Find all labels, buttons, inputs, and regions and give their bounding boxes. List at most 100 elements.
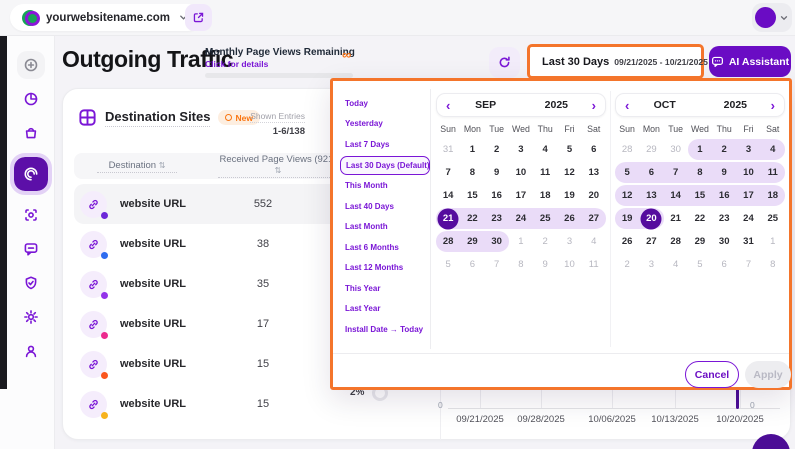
day-cell[interactable]: 10: [557, 253, 581, 276]
day-cell[interactable]: 12: [557, 161, 581, 184]
day-cell[interactable]: 15: [460, 184, 484, 207]
date-range-selector[interactable]: Last 30 Days 09/21/2025 - 10/21/2025: [527, 44, 704, 79]
month-label[interactable]: OCT: [629, 99, 700, 111]
chevron-right-icon[interactable]: ›: [771, 99, 775, 112]
day-cell[interactable]: 9: [533, 253, 557, 276]
day-cell[interactable]: 30: [485, 230, 509, 253]
preset-install-date-today[interactable]: Install Date → Today: [340, 319, 430, 340]
day-cell[interactable]: 25: [533, 207, 557, 230]
day-cell[interactable]: 28: [615, 138, 639, 161]
day-cell[interactable]: 2: [712, 138, 736, 161]
day-cell[interactable]: 1: [761, 230, 785, 253]
day-cell[interactable]: 6: [639, 161, 663, 184]
day-cell[interactable]: 29: [460, 230, 484, 253]
day-cell[interactable]: 25: [761, 207, 785, 230]
day-cell[interactable]: 2: [485, 138, 509, 161]
refresh-button[interactable]: [489, 47, 520, 78]
preset-last-7-days[interactable]: Last 7 Days: [340, 134, 430, 155]
preset-last-40-days[interactable]: Last 40 Days: [340, 196, 430, 217]
preset-last-12-months[interactable]: Last 12 Months: [340, 258, 430, 279]
day-cell[interactable]: 13: [639, 184, 663, 207]
day-cell[interactable]: 13: [582, 161, 606, 184]
day-cell[interactable]: 31: [436, 138, 460, 161]
day-cell[interactable]: 10: [509, 161, 533, 184]
column-received-page-views[interactable]: Received Page Views (921) ⇅: [218, 154, 338, 178]
day-cell[interactable]: 26: [557, 207, 581, 230]
column-destination[interactable]: Destination ⇅: [97, 160, 177, 173]
day-cell[interactable]: 31: [736, 230, 760, 253]
day-cell[interactable]: 2: [533, 230, 557, 253]
day-cell[interactable]: 19: [615, 207, 639, 230]
day-cell[interactable]: 21: [664, 207, 688, 230]
day-cell[interactable]: 19: [557, 184, 581, 207]
day-cell[interactable]: 15: [688, 184, 712, 207]
sidebar-item-analytics-pie[interactable]: [17, 85, 45, 113]
day-cell[interactable]: 30: [664, 138, 688, 161]
day-cell[interactable]: 20: [639, 207, 663, 230]
day-cell[interactable]: 16: [485, 184, 509, 207]
day-cell[interactable]: 10: [736, 161, 760, 184]
sidebar-item-orders-bag[interactable]: [17, 119, 45, 147]
day-cell[interactable]: 28: [436, 230, 460, 253]
day-cell[interactable]: 4: [664, 253, 688, 276]
sidebar-item-settings-gear[interactable]: [17, 303, 45, 331]
day-cell[interactable]: 11: [582, 253, 606, 276]
day-cell[interactable]: 28: [664, 230, 688, 253]
day-cell[interactable]: 5: [557, 138, 581, 161]
day-cell[interactable]: 7: [664, 161, 688, 184]
cancel-button[interactable]: Cancel: [685, 361, 739, 388]
day-cell[interactable]: 27: [639, 230, 663, 253]
day-cell[interactable]: 18: [533, 184, 557, 207]
sidebar-item-chat[interactable]: [17, 235, 45, 263]
day-cell[interactable]: 8: [509, 253, 533, 276]
preset-today[interactable]: Today: [340, 93, 430, 114]
day-cell[interactable]: 24: [509, 207, 533, 230]
day-cell[interactable]: 6: [712, 253, 736, 276]
day-cell[interactable]: 17: [509, 184, 533, 207]
year-label[interactable]: 2025: [700, 99, 771, 111]
day-cell[interactable]: 9: [712, 161, 736, 184]
day-cell[interactable]: 18: [761, 184, 785, 207]
month-label[interactable]: SEP: [450, 99, 521, 111]
preset-yesterday[interactable]: Yesterday: [340, 114, 430, 135]
day-cell[interactable]: 8: [688, 161, 712, 184]
preset-this-month[interactable]: This Month: [340, 176, 430, 197]
day-cell[interactable]: 1: [460, 138, 484, 161]
open-external-button[interactable]: [185, 4, 212, 31]
day-cell[interactable]: 23: [485, 207, 509, 230]
sidebar-item-security-shield[interactable]: [17, 269, 45, 297]
apply-button[interactable]: Apply: [745, 361, 791, 388]
day-cell[interactable]: 14: [436, 184, 460, 207]
day-cell[interactable]: 27: [582, 207, 606, 230]
day-cell[interactable]: 7: [436, 161, 460, 184]
day-cell[interactable]: 6: [460, 253, 484, 276]
day-cell[interactable]: 20: [582, 184, 606, 207]
day-cell[interactable]: 14: [664, 184, 688, 207]
day-cell[interactable]: 12: [615, 184, 639, 207]
preset-last-year[interactable]: Last Year: [340, 299, 430, 320]
sidebar-item-tracking-target[interactable]: [17, 201, 45, 229]
day-cell[interactable]: 7: [736, 253, 760, 276]
day-cell[interactable]: 21: [436, 207, 460, 230]
day-cell[interactable]: 2: [615, 253, 639, 276]
day-cell[interactable]: 3: [509, 138, 533, 161]
domain-selector[interactable]: yourwebsitename.com: [10, 4, 201, 31]
day-cell[interactable]: 30: [712, 230, 736, 253]
day-cell[interactable]: 23: [712, 207, 736, 230]
preset-this-year[interactable]: This Year: [340, 278, 430, 299]
preset-last-30-days-default-[interactable]: Last 30 Days (Default): [340, 156, 430, 175]
day-cell[interactable]: 26: [615, 230, 639, 253]
day-cell[interactable]: 22: [460, 207, 484, 230]
day-cell[interactable]: 8: [460, 161, 484, 184]
quota-details-link[interactable]: Click for details: [205, 59, 355, 69]
day-cell[interactable]: 4: [582, 230, 606, 253]
day-cell[interactable]: 11: [533, 161, 557, 184]
sidebar-item-outgoing-traffic[interactable]: [14, 157, 48, 191]
day-cell[interactable]: 29: [688, 230, 712, 253]
day-cell[interactable]: 1: [509, 230, 533, 253]
preset-last-month[interactable]: Last Month: [340, 217, 430, 238]
day-cell[interactable]: 22: [688, 207, 712, 230]
day-cell[interactable]: 9: [485, 161, 509, 184]
day-cell[interactable]: 3: [736, 138, 760, 161]
day-cell[interactable]: 16: [712, 184, 736, 207]
